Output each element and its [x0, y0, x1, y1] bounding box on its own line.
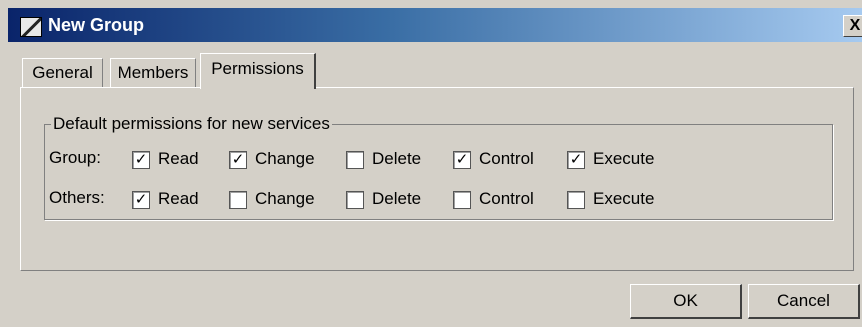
checkbox-label: Change [255, 189, 315, 208]
checkbox-box[interactable]: ✓ [132, 191, 150, 209]
checkbox-label: Execute [593, 189, 655, 208]
title-bar: New Group X [8, 8, 862, 42]
checkbox-label: Delete [372, 149, 422, 168]
group-row-label: Group: [49, 148, 101, 167]
checkbox-label: Control [479, 189, 534, 208]
checkbox-box[interactable]: ✓ [453, 151, 471, 169]
checkbox-box[interactable] [229, 191, 247, 209]
checkbox-label: Control [479, 149, 534, 168]
tab-permissions[interactable]: Permissions [200, 53, 316, 89]
window-title: New Group [48, 15, 145, 35]
checkbox-box[interactable] [567, 191, 585, 209]
checkbox-label: Change [255, 149, 315, 168]
close-button[interactable]: X [843, 15, 862, 37]
checkbox-box[interactable] [453, 191, 471, 209]
checkbox-box[interactable]: ✓ [229, 151, 247, 169]
tab-members[interactable]: Members [110, 58, 196, 87]
checkbox-label: Read [158, 189, 199, 208]
checkbox-label: Delete [372, 189, 422, 208]
group-box-legend: Default permissions for new services [53, 114, 330, 133]
checkbox-box[interactable] [346, 151, 364, 169]
checkbox-box[interactable]: ✓ [567, 151, 585, 169]
app-icon [20, 17, 42, 37]
others-row-label: Others: [49, 188, 105, 207]
checkbox-label: Read [158, 149, 199, 168]
tab-general[interactable]: General [22, 58, 103, 87]
cancel-button[interactable]: Cancel [748, 284, 860, 319]
checkbox-box[interactable] [346, 191, 364, 209]
ok-button[interactable]: OK [630, 284, 742, 319]
checkbox-label: Execute [593, 149, 655, 168]
checkbox-box[interactable]: ✓ [132, 151, 150, 169]
